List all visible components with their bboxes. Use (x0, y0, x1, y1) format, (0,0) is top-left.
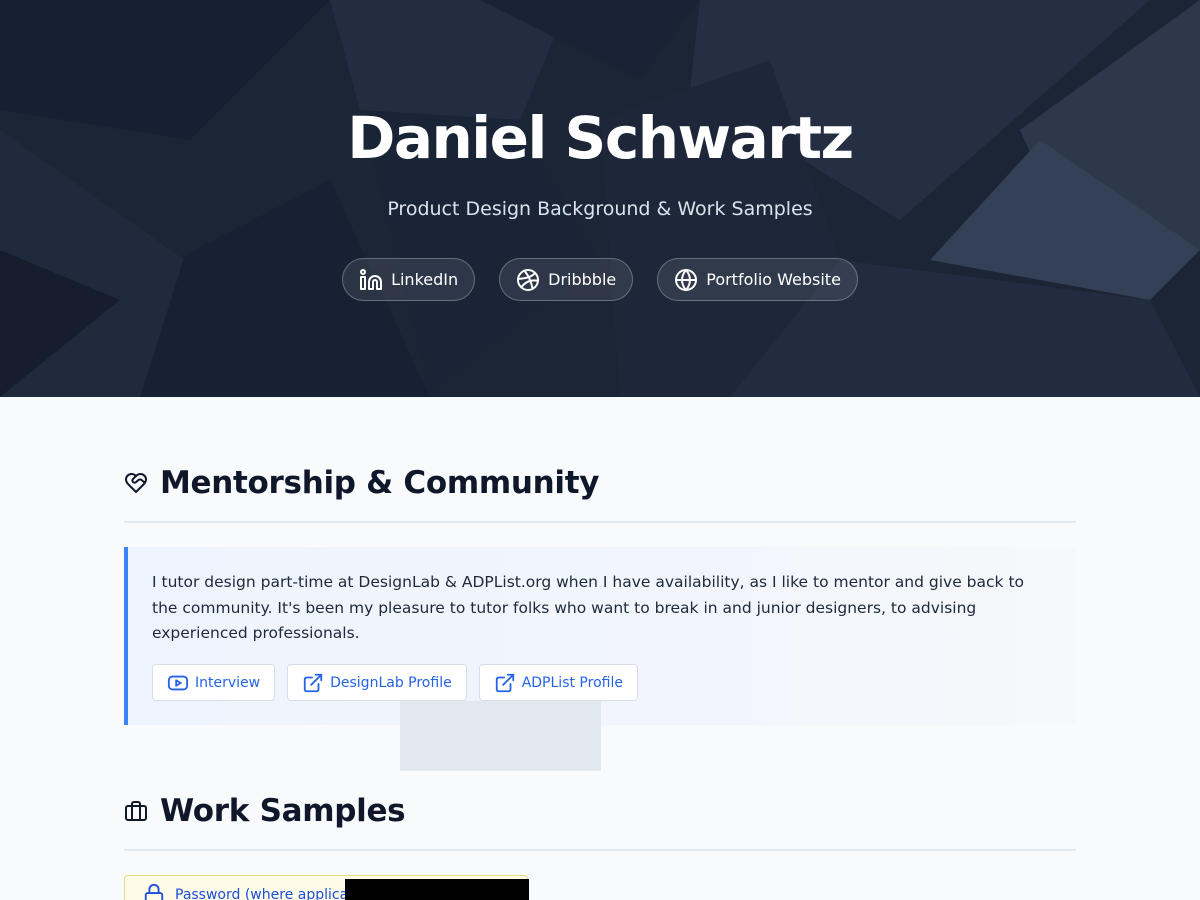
mentorship-description: I tutor design part-time at DesignLab & … (152, 573, 1025, 642)
redacted-password (345, 879, 529, 900)
portfolio-website-link[interactable]: Portfolio Website (657, 258, 858, 301)
hero-subtitle: Product Design Background & Work Samples (387, 198, 813, 220)
mentorship-card: I tutor design part-time at DesignLab & … (124, 547, 1076, 725)
hero-banner: Daniel Schwartz Product Design Backgroun… (0, 0, 1200, 397)
work-samples-section-header: Work Samples (124, 793, 1076, 851)
adplist-profile-link-label: ADPList Profile (521, 674, 623, 691)
hero-social-links: LinkedIn Dribbble Portfolio Website (0, 258, 1200, 301)
youtube-icon (167, 675, 189, 690)
external-link-icon (303, 673, 323, 692)
dribbble-link[interactable]: Dribbble (499, 258, 634, 301)
briefcase-icon (125, 801, 147, 821)
work-samples-section-title: Work Samples (160, 793, 406, 829)
designlab-profile-link[interactable]: DesignLab Profile (287, 664, 467, 701)
mentorship-section-header: Mentorship & Community (124, 465, 1076, 523)
dribbble-icon (517, 268, 540, 291)
external-link-icon (495, 673, 514, 692)
globe-icon (675, 268, 698, 291)
mentorship-section-title: Mentorship & Community (160, 465, 600, 501)
heart-handshake-icon (125, 473, 147, 493)
hero-name: Daniel Schwartz (347, 104, 854, 172)
interview-link-label: Interview (195, 674, 261, 691)
linkedin-link-label: LinkedIn (391, 270, 459, 289)
linkedin-link[interactable]: LinkedIn (342, 258, 476, 301)
portfolio-website-link-label: Portfolio Website (706, 270, 841, 289)
adplist-profile-link[interactable]: ADPList Profile (478, 664, 638, 701)
designlab-profile-link-label: DesignLab Profile (330, 674, 452, 691)
linkedin-icon (360, 268, 383, 290)
dribbble-link-label: Dribbble (548, 270, 617, 289)
lock-icon (144, 883, 164, 900)
placeholder-block (400, 701, 601, 771)
interview-link[interactable]: Interview (152, 664, 276, 701)
mentorship-links: Interview DesignLab Profile ADPList Prof… (152, 664, 638, 701)
